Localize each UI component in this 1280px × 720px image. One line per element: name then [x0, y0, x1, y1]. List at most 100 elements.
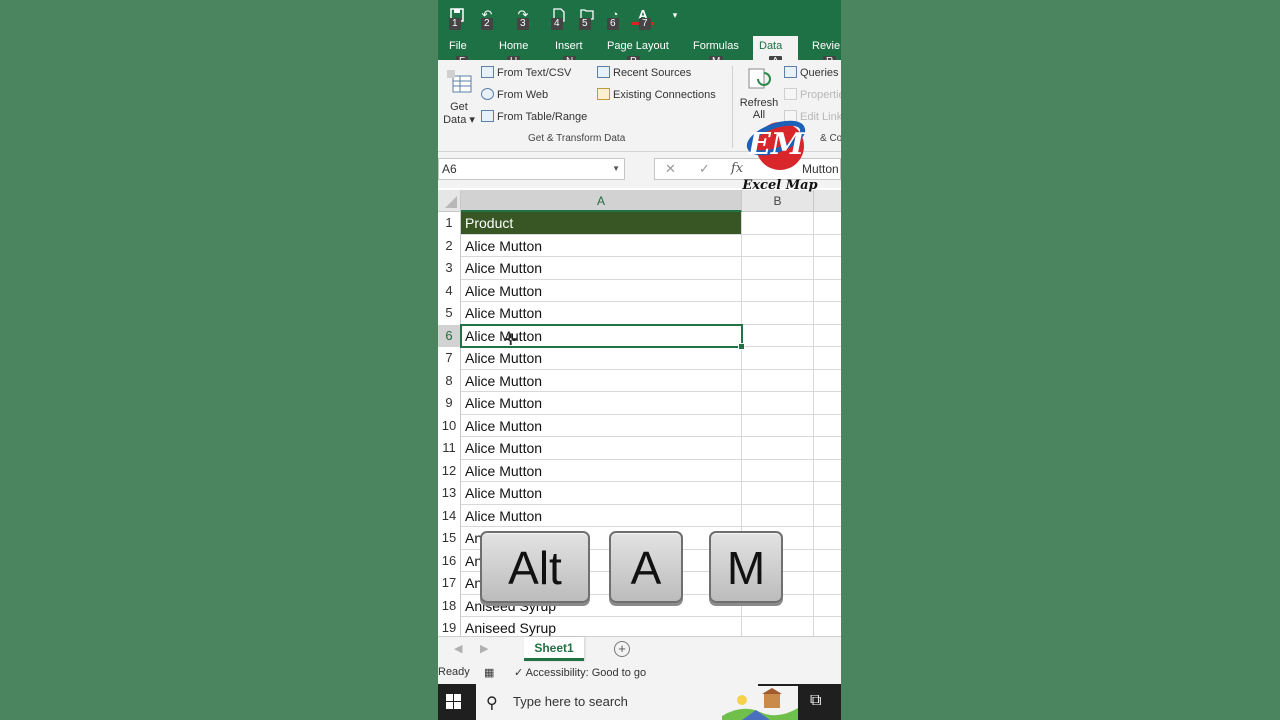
cell-c3[interactable] — [814, 257, 841, 280]
row-header[interactable]: 11 — [438, 437, 461, 460]
cell-c11[interactable] — [814, 437, 841, 460]
row-header[interactable]: 7 — [438, 347, 461, 370]
cell-a9[interactable]: Alice Mutton — [461, 392, 742, 415]
cell-a7[interactable]: Alice Mutton — [461, 347, 742, 370]
row-header[interactable]: 12 — [438, 459, 461, 482]
cell-a2[interactable]: Alice Mutton — [461, 234, 742, 257]
cell-b7[interactable] — [742, 347, 814, 370]
cell-c1[interactable] — [814, 212, 841, 235]
enter-icon[interactable]: ✓ — [699, 161, 710, 177]
from-web-button[interactable]: From Web — [481, 88, 548, 101]
cell-b4[interactable] — [742, 279, 814, 302]
cell-c15[interactable] — [814, 527, 841, 550]
row-header[interactable]: 14 — [438, 504, 461, 527]
cell-b11[interactable] — [742, 437, 814, 460]
cell-a4[interactable]: Alice Mutton — [461, 279, 742, 302]
cell-a11[interactable]: Alice Mutton — [461, 437, 742, 460]
customize-icon[interactable]: ▾ — [664, 8, 686, 30]
row-header[interactable]: 10 — [438, 414, 461, 437]
row-header[interactable]: 2 — [438, 234, 461, 257]
cell-a10[interactable]: Alice Mutton — [461, 414, 742, 437]
cell-c10[interactable] — [814, 415, 841, 437]
cell-c6[interactable] — [814, 325, 841, 347]
tab-home[interactable]: Home H — [493, 36, 534, 68]
get-data-button[interactable]: Get Data ▾ — [442, 68, 476, 126]
font-color-icon[interactable]: A 7 — [632, 8, 654, 30]
cell-b9[interactable] — [742, 392, 814, 415]
cell-c13[interactable] — [814, 482, 841, 505]
cell-c2[interactable] — [814, 235, 841, 257]
cell-b5[interactable] — [742, 302, 814, 325]
row-header[interactable]: 4 — [438, 279, 461, 302]
row-header[interactable]: 15 — [438, 527, 461, 550]
select-all-button[interactable] — [438, 190, 461, 212]
tab-page-layout[interactable]: Page Layout P — [601, 36, 675, 68]
cell-c18[interactable] — [814, 595, 841, 617]
tab-insert[interactable]: Insert N — [549, 36, 589, 68]
cell-b14[interactable] — [742, 504, 814, 527]
macro-record-icon[interactable]: ▦ — [484, 666, 494, 679]
accessibility-status[interactable]: ✓ Accessibility: Good to go — [514, 666, 646, 679]
column-header-a[interactable]: A — [461, 190, 742, 212]
task-view-icon[interactable]: ⧉ — [810, 692, 821, 710]
cell-c12[interactable] — [814, 460, 841, 482]
row-header[interactable]: 16 — [438, 549, 461, 572]
row-header[interactable]: 13 — [438, 482, 461, 505]
tab-file[interactable]: File F — [443, 36, 473, 68]
cell-b8[interactable] — [742, 369, 814, 392]
cell-b6[interactable] — [742, 324, 814, 347]
cell-a5[interactable]: Alice Mutton — [461, 302, 742, 325]
cell-c9[interactable] — [814, 392, 841, 415]
cell-c4[interactable] — [814, 280, 841, 302]
cell-b10[interactable] — [742, 414, 814, 437]
new-file-icon[interactable]: 4 — [548, 8, 570, 30]
scroll-left-icon[interactable]: ◀ — [454, 642, 462, 655]
cell-a13[interactable]: Alice Mutton — [461, 482, 742, 505]
row-header[interactable]: 5 — [438, 302, 461, 325]
undo-icon[interactable]: ↶ 2 — [476, 8, 498, 30]
cell-b3[interactable] — [742, 257, 814, 280]
cell-c19[interactable] — [814, 617, 841, 636]
tab-data[interactable]: Data A — [753, 36, 798, 68]
sheet-tab-sheet1[interactable]: Sheet1 — [524, 637, 584, 661]
cell-c16[interactable] — [814, 550, 841, 572]
queries-button[interactable]: Queries — [784, 66, 839, 79]
cell-c5[interactable] — [814, 302, 841, 325]
cell-a14[interactable]: Alice Mutton — [461, 504, 742, 527]
cell-b13[interactable] — [742, 482, 814, 505]
cell-b2[interactable] — [742, 234, 814, 257]
save-icon[interactable]: 1 — [446, 8, 468, 30]
cell-a19[interactable]: Aniseed Syrup — [461, 617, 742, 636]
row-header[interactable]: 19 — [438, 617, 461, 636]
row-header[interactable]: 1 — [438, 212, 461, 235]
row-header[interactable]: 9 — [438, 392, 461, 415]
redo-icon[interactable]: ↷ 3 — [512, 8, 534, 30]
cell-a3[interactable]: Alice Mutton — [461, 257, 742, 280]
open-file-icon[interactable]: 5 — [576, 8, 598, 30]
cell-a1[interactable]: Product — [461, 212, 742, 235]
cell-b19[interactable] — [742, 617, 814, 636]
from-table-range-button[interactable]: From Table/Range — [481, 110, 587, 123]
recent-sources-button[interactable]: Recent Sources — [597, 66, 691, 79]
existing-connections-button[interactable]: Existing Connections — [597, 88, 716, 101]
row-header[interactable]: 17 — [438, 572, 461, 595]
touch-mode-icon[interactable]: ◔ 6 — [604, 8, 626, 30]
row-header[interactable]: 18 — [438, 594, 461, 617]
scroll-right-icon[interactable]: ▶ — [480, 642, 488, 655]
cell-a12[interactable]: Alice Mutton — [461, 459, 742, 482]
row-header[interactable]: 6 — [438, 324, 461, 347]
cell-b1[interactable] — [742, 212, 814, 235]
taskbar-search[interactable]: ⚲ Type here to search — [476, 684, 758, 720]
row-header[interactable]: 3 — [438, 257, 461, 280]
cell-a8[interactable]: Alice Mutton — [461, 369, 742, 392]
from-text-csv-button[interactable]: From Text/CSV — [481, 66, 571, 79]
cell-c17[interactable] — [814, 572, 841, 595]
chevron-down-icon[interactable]: ▼ — [612, 159, 620, 179]
cell-c8[interactable] — [814, 370, 841, 392]
row-header[interactable]: 8 — [438, 369, 461, 392]
add-sheet-icon[interactable]: + — [614, 641, 630, 657]
cell-c7[interactable] — [814, 347, 841, 370]
cancel-icon[interactable]: ✕ — [665, 161, 676, 177]
name-box[interactable]: A6 ▼ — [438, 158, 625, 180]
tab-formulas[interactable]: Formulas M — [687, 36, 745, 68]
